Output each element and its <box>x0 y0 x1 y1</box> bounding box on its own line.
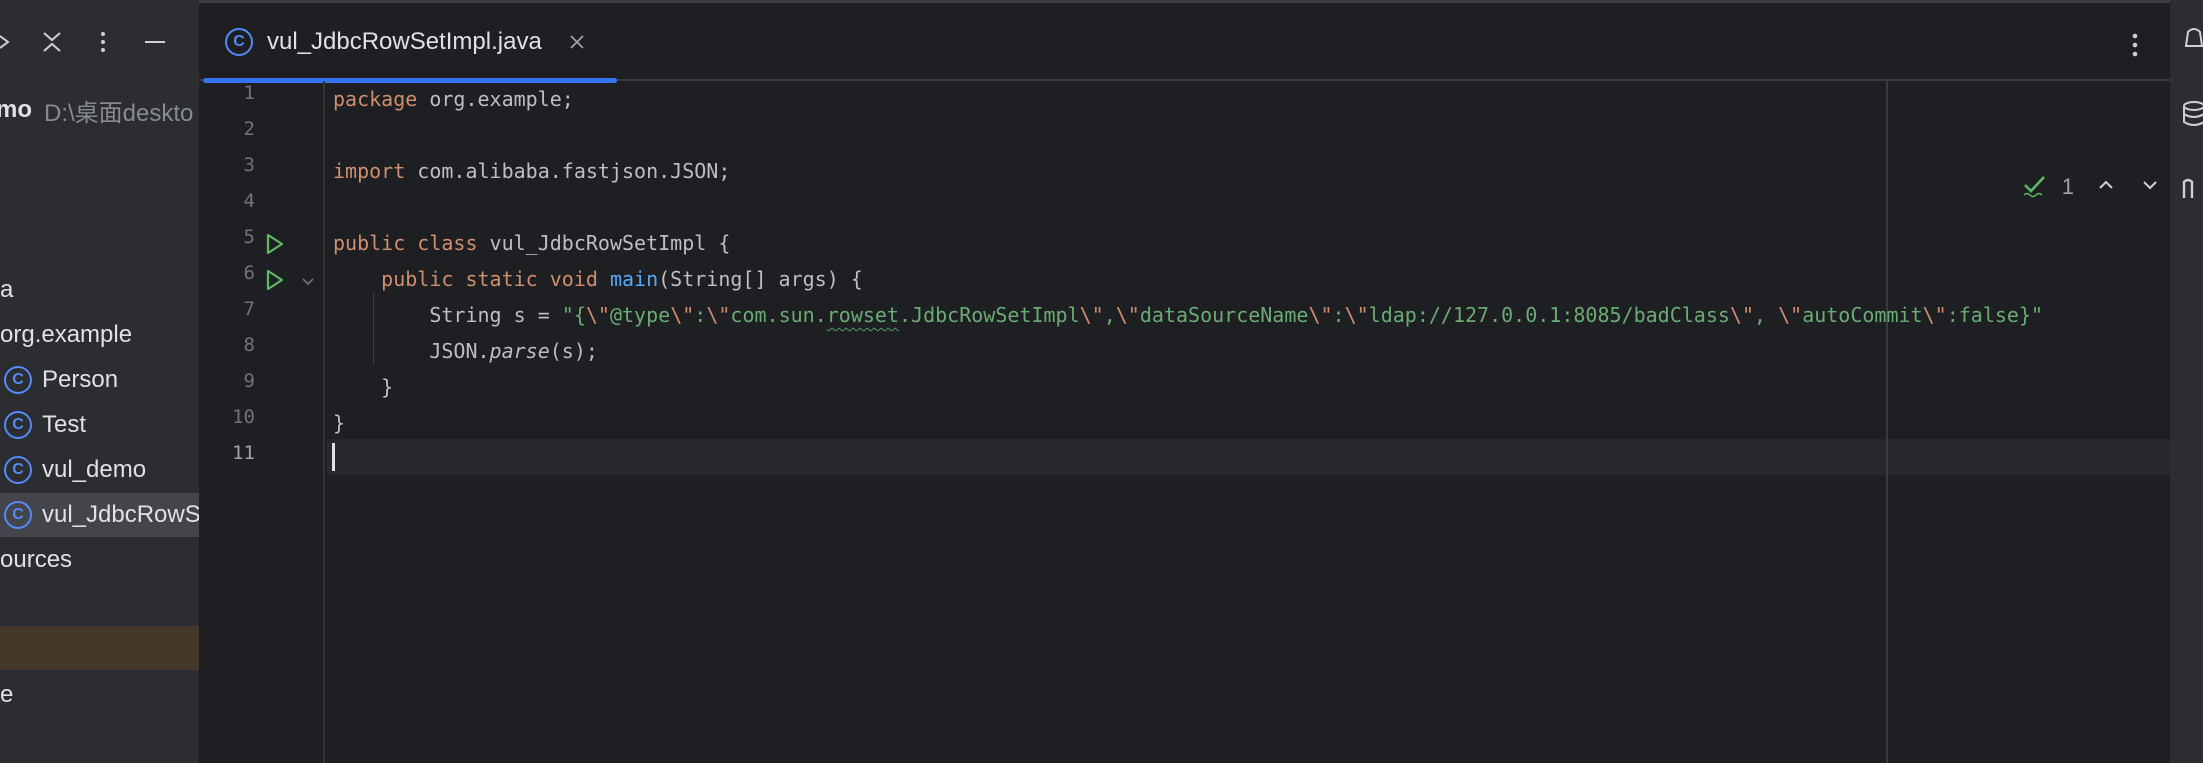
expand-all-icon[interactable] <box>0 22 18 62</box>
tree-item-resources[interactable]: ources <box>0 538 199 582</box>
line-number: 3 <box>243 154 255 176</box>
class-icon: C <box>4 366 32 394</box>
line-number: 1 <box>243 82 255 104</box>
notifications-icon[interactable] <box>2178 22 2203 54</box>
database-icon[interactable] <box>2178 98 2203 130</box>
close-icon[interactable] <box>566 31 588 53</box>
line-number: 4 <box>243 190 255 212</box>
line-number: 7 <box>243 298 255 320</box>
class-icon: C <box>225 28 253 56</box>
line-number: 2 <box>243 118 255 140</box>
project-panel: mo D:\桌面deskto a org.example C Person C … <box>0 0 199 763</box>
line-number: 5 <box>243 226 255 248</box>
line-number: 8 <box>243 334 255 356</box>
tab-menu-icon[interactable] <box>2120 27 2150 63</box>
tree-item-label: org.example <box>0 321 133 348</box>
inspection-widget[interactable]: 1 <box>2022 171 2160 203</box>
code-area[interactable]: package org.example; import com.alibaba.… <box>327 81 2170 763</box>
run-icon[interactable] <box>261 267 287 293</box>
editor: C vul_JdbcRowSetImpl.java 1 2 3 4 5 6 7 … <box>199 0 2170 763</box>
tree-item-label: a <box>0 276 14 303</box>
code-line-5: public class vul_JdbcRowSetImpl { <box>333 231 731 255</box>
code-line-8: JSON.parse(s); <box>429 339 598 363</box>
inspection-count: 1 <box>2061 174 2074 199</box>
tree-item-label: vul_JdbcRowSe <box>42 501 199 528</box>
tree-item-vul-demo[interactable]: C vul_demo <box>0 448 199 492</box>
project-root-row[interactable]: mo D:\桌面deskto <box>0 88 199 132</box>
collapse-all-icon[interactable] <box>32 22 72 62</box>
right-margin-guide <box>1886 81 1888 763</box>
tree-item-label: Person <box>42 366 119 393</box>
check-icon <box>2022 172 2048 203</box>
class-icon: C <box>4 411 32 439</box>
text-caret <box>332 443 335 471</box>
tree-item-external[interactable]: e <box>0 673 199 717</box>
code-line-10: } <box>333 411 346 435</box>
project-path: D:\桌面deskto <box>44 99 194 127</box>
line-number: 10 <box>232 406 255 428</box>
code-line-3: import com.alibaba.fastjson.JSON; <box>333 159 731 183</box>
tree-item-vul-jdbcrowsetimpl[interactable]: C vul_JdbcRowSe <box>0 493 199 537</box>
maven-icon[interactable] <box>2178 172 2203 204</box>
project-toolbar <box>0 0 199 82</box>
run-icon[interactable] <box>261 231 287 257</box>
tree-item-java[interactable]: a <box>0 268 199 312</box>
project-name: mo <box>0 96 32 123</box>
tree-highlight-band <box>0 626 199 670</box>
more-options-icon[interactable] <box>83 22 123 62</box>
code-line-7: String s = "{\"@type\":\"com.sun.rowset.… <box>429 303 2044 327</box>
line-number: 6 <box>243 262 255 284</box>
right-tool-strip <box>2170 0 2203 763</box>
chevron-up-icon[interactable] <box>2096 175 2116 200</box>
code-line-6: public static void main(String[] args) { <box>381 267 863 291</box>
line-number: 9 <box>243 370 255 392</box>
code-line-1: package org.example; <box>333 87 574 111</box>
tree-item-person[interactable]: C Person <box>0 358 199 402</box>
line-number: 11 <box>232 442 255 464</box>
chevron-down-icon[interactable] <box>2140 175 2160 200</box>
editor-gutter: 1 2 3 4 5 6 7 8 9 10 11 <box>199 81 325 763</box>
tab-title: vul_JdbcRowSetImpl.java <box>267 28 542 55</box>
tree-item-org-example[interactable]: org.example <box>0 313 199 357</box>
class-icon: C <box>4 501 32 529</box>
class-icon: C <box>4 456 32 484</box>
editor-tab-bar: C vul_JdbcRowSetImpl.java <box>199 3 2170 83</box>
code-line-9: } <box>381 375 394 399</box>
fold-chevron-icon[interactable] <box>299 272 317 290</box>
tree-item-label: e <box>0 681 14 708</box>
tree-item-label: vul_demo <box>42 456 147 483</box>
tree-item-test[interactable]: C Test <box>0 403 199 447</box>
current-line-highlight <box>327 439 2170 475</box>
minimize-icon[interactable] <box>135 22 175 62</box>
editor-tab[interactable]: C vul_JdbcRowSetImpl.java <box>201 3 617 83</box>
tree-item-label: ources <box>0 546 73 573</box>
tree-item-label: Test <box>42 411 87 438</box>
